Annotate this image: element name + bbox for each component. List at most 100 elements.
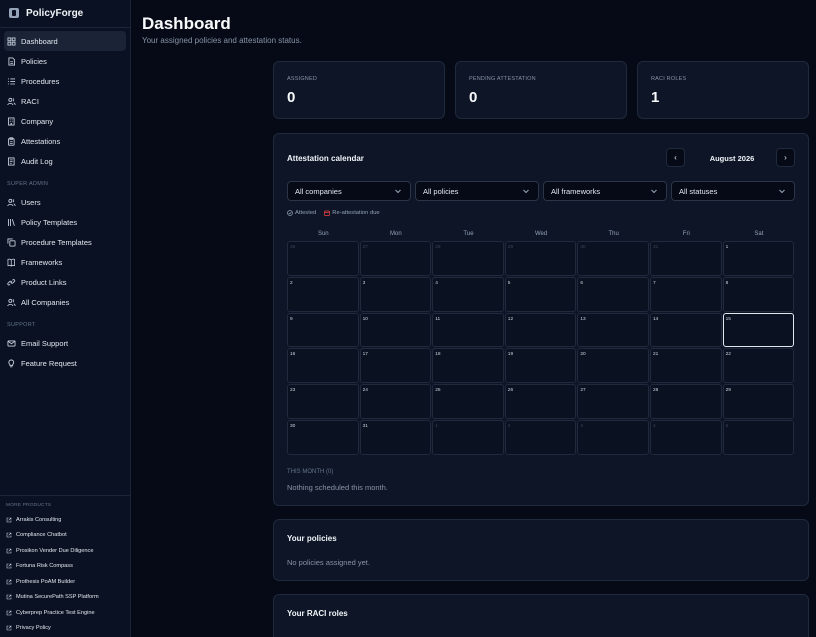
calendar-day[interactable]: 16: [287, 348, 359, 384]
calendar-day[interactable]: 5: [722, 420, 795, 455]
sidebar-item-attestations[interactable]: Attestations: [4, 131, 126, 151]
next-month-button[interactable]: ›: [776, 148, 795, 167]
sidebar-item-product-links[interactable]: Product Links: [4, 272, 126, 292]
external-link-icon: [6, 548, 12, 554]
calendar-day[interactable]: 31: [650, 241, 722, 276]
calendar-day[interactable]: 1: [432, 420, 504, 455]
calendar-day[interactable]: 17: [359, 348, 432, 384]
calendar-day[interactable]: 1: [722, 241, 795, 276]
more-product-link[interactable]: Compliance Chatbot: [6, 528, 128, 544]
calendar-day[interactable]: 4: [650, 420, 722, 455]
calendar-day[interactable]: 31: [359, 420, 432, 455]
calendar-day[interactable]: 8: [722, 276, 795, 312]
calendar-day[interactable]: 5: [504, 276, 577, 312]
main-nav: Dashboard Policies Procedures RACI Company At…: [4, 31, 126, 171]
legend-attested: Attested: [287, 210, 316, 216]
calendar-day[interactable]: 19: [504, 348, 577, 384]
weekday-header: Tue: [463, 231, 474, 237]
calendar-day[interactable]: 29: [722, 384, 795, 419]
calendar-day[interactable]: 28: [650, 384, 722, 419]
external-link-icon: [6, 594, 12, 600]
day-number: 3: [362, 280, 366, 286]
day-number: 29: [725, 388, 731, 394]
policy-filter-select[interactable]: All policies: [415, 181, 539, 201]
calendar-day[interactable]: 9: [287, 312, 359, 348]
sidebar-item-label: Feature Request: [21, 358, 77, 368]
chevron-right-icon: ›: [784, 153, 787, 162]
calendar-day[interactable]: 27: [577, 384, 649, 419]
external-link-icon: [6, 517, 12, 523]
sidebar-item-users[interactable]: Users: [4, 192, 126, 212]
calendar-day[interactable]: 2: [504, 420, 577, 455]
day-number: 24: [362, 388, 368, 394]
status-filter-select[interactable]: All statuses: [671, 181, 795, 201]
calendar-day[interactable]: 3: [359, 276, 432, 312]
calendar-day-today[interactable]: 15: [722, 312, 795, 348]
company-filter-select[interactable]: All companies: [287, 181, 411, 201]
calendar-day[interactable]: 18: [432, 348, 504, 384]
sidebar-item-procedure-templates[interactable]: Procedure Templates: [4, 232, 126, 252]
stat-value: 0: [469, 89, 478, 106]
sidebar-item-company[interactable]: Company: [4, 111, 126, 131]
day-number: 16: [290, 352, 296, 358]
more-product-link[interactable]: Prosikon Vender Due Diligence: [6, 543, 128, 559]
day-number: 15: [725, 316, 731, 322]
calendar-day[interactable]: 3: [577, 420, 649, 455]
sidebar-item-feature-request[interactable]: Feature Request: [4, 353, 126, 373]
more-products-label: MORE PRODUCTS: [6, 503, 52, 508]
support-label: SUPPORT: [7, 322, 36, 328]
calendar-day[interactable]: 23: [287, 384, 359, 419]
day-number: 11: [435, 316, 441, 322]
external-link-icon: [6, 610, 12, 616]
more-product-label: Prosikon Vender Due Diligence: [16, 547, 94, 554]
day-number: 31: [653, 245, 659, 250]
more-product-link[interactable]: Prothesis PoAM Builder: [6, 574, 128, 590]
calendar-day[interactable]: 13: [577, 312, 649, 348]
calendar-day[interactable]: 7: [650, 276, 722, 312]
sidebar-item-audit-log[interactable]: Audit Log: [4, 151, 126, 171]
calendar-day[interactable]: 29: [504, 241, 577, 276]
sidebar-item-policy-templates[interactable]: Policy Templates: [4, 212, 126, 232]
calendar-day[interactable]: 2: [287, 276, 359, 312]
calendar-day[interactable]: 4: [432, 276, 504, 312]
calendar-day[interactable]: 14: [650, 312, 722, 348]
day-number: 1: [725, 245, 729, 250]
policies-title: Your policies: [287, 534, 337, 543]
more-product-link[interactable]: Arrakis Consulting: [6, 512, 128, 528]
calendar-day[interactable]: 30: [287, 420, 359, 455]
day-number: 28: [653, 388, 659, 394]
sidebar-item-raci[interactable]: RACI: [4, 91, 126, 111]
sidebar-item-frameworks[interactable]: Frameworks: [4, 252, 126, 272]
brand[interactable]: PolicyForge: [9, 5, 83, 21]
more-product-link[interactable]: Privacy Policy: [6, 621, 128, 637]
calendar-day[interactable]: 26: [504, 384, 577, 419]
calendar-day[interactable]: 26: [287, 241, 359, 276]
sidebar-item-dashboard[interactable]: Dashboard: [4, 31, 126, 51]
more-product-link[interactable]: Cyberprep Practice Test Engine: [6, 605, 128, 621]
day-number: 12: [507, 316, 514, 322]
framework-filter-select[interactable]: All frameworks: [543, 181, 667, 201]
sidebar-item-all-companies[interactable]: All Companies: [4, 292, 126, 312]
more-product-link[interactable]: Fortuna Risk Compass: [6, 559, 128, 575]
calendar-day[interactable]: 25: [432, 384, 504, 419]
sidebar-item-policies[interactable]: Policies: [4, 51, 126, 71]
calendar-day[interactable]: 11: [432, 312, 504, 348]
calendar-day[interactable]: 22: [722, 348, 795, 384]
calendar-day[interactable]: 28: [432, 241, 504, 276]
calendar-day[interactable]: 21: [650, 348, 722, 384]
more-product-link[interactable]: Mutina SecurePath SSP Platform: [6, 590, 128, 606]
sidebar-item-email-support[interactable]: Email Support: [4, 333, 126, 353]
sidebar-item-procedures[interactable]: Procedures: [4, 71, 126, 91]
chevron-down-icon: [395, 189, 401, 194]
calendar-day[interactable]: 27: [359, 241, 432, 276]
calendar-day[interactable]: 24: [359, 384, 432, 419]
calendar-day[interactable]: 6: [577, 276, 649, 312]
app-name: PolicyForge: [26, 7, 84, 19]
day-number: 4: [435, 280, 438, 286]
calendar-day[interactable]: 10: [359, 312, 432, 348]
calendar-day[interactable]: 12: [504, 312, 577, 348]
day-number: 18: [435, 352, 441, 358]
prev-month-button[interactable]: ‹: [666, 148, 685, 167]
calendar-day[interactable]: 20: [577, 348, 649, 384]
calendar-day[interactable]: 30: [577, 241, 649, 276]
